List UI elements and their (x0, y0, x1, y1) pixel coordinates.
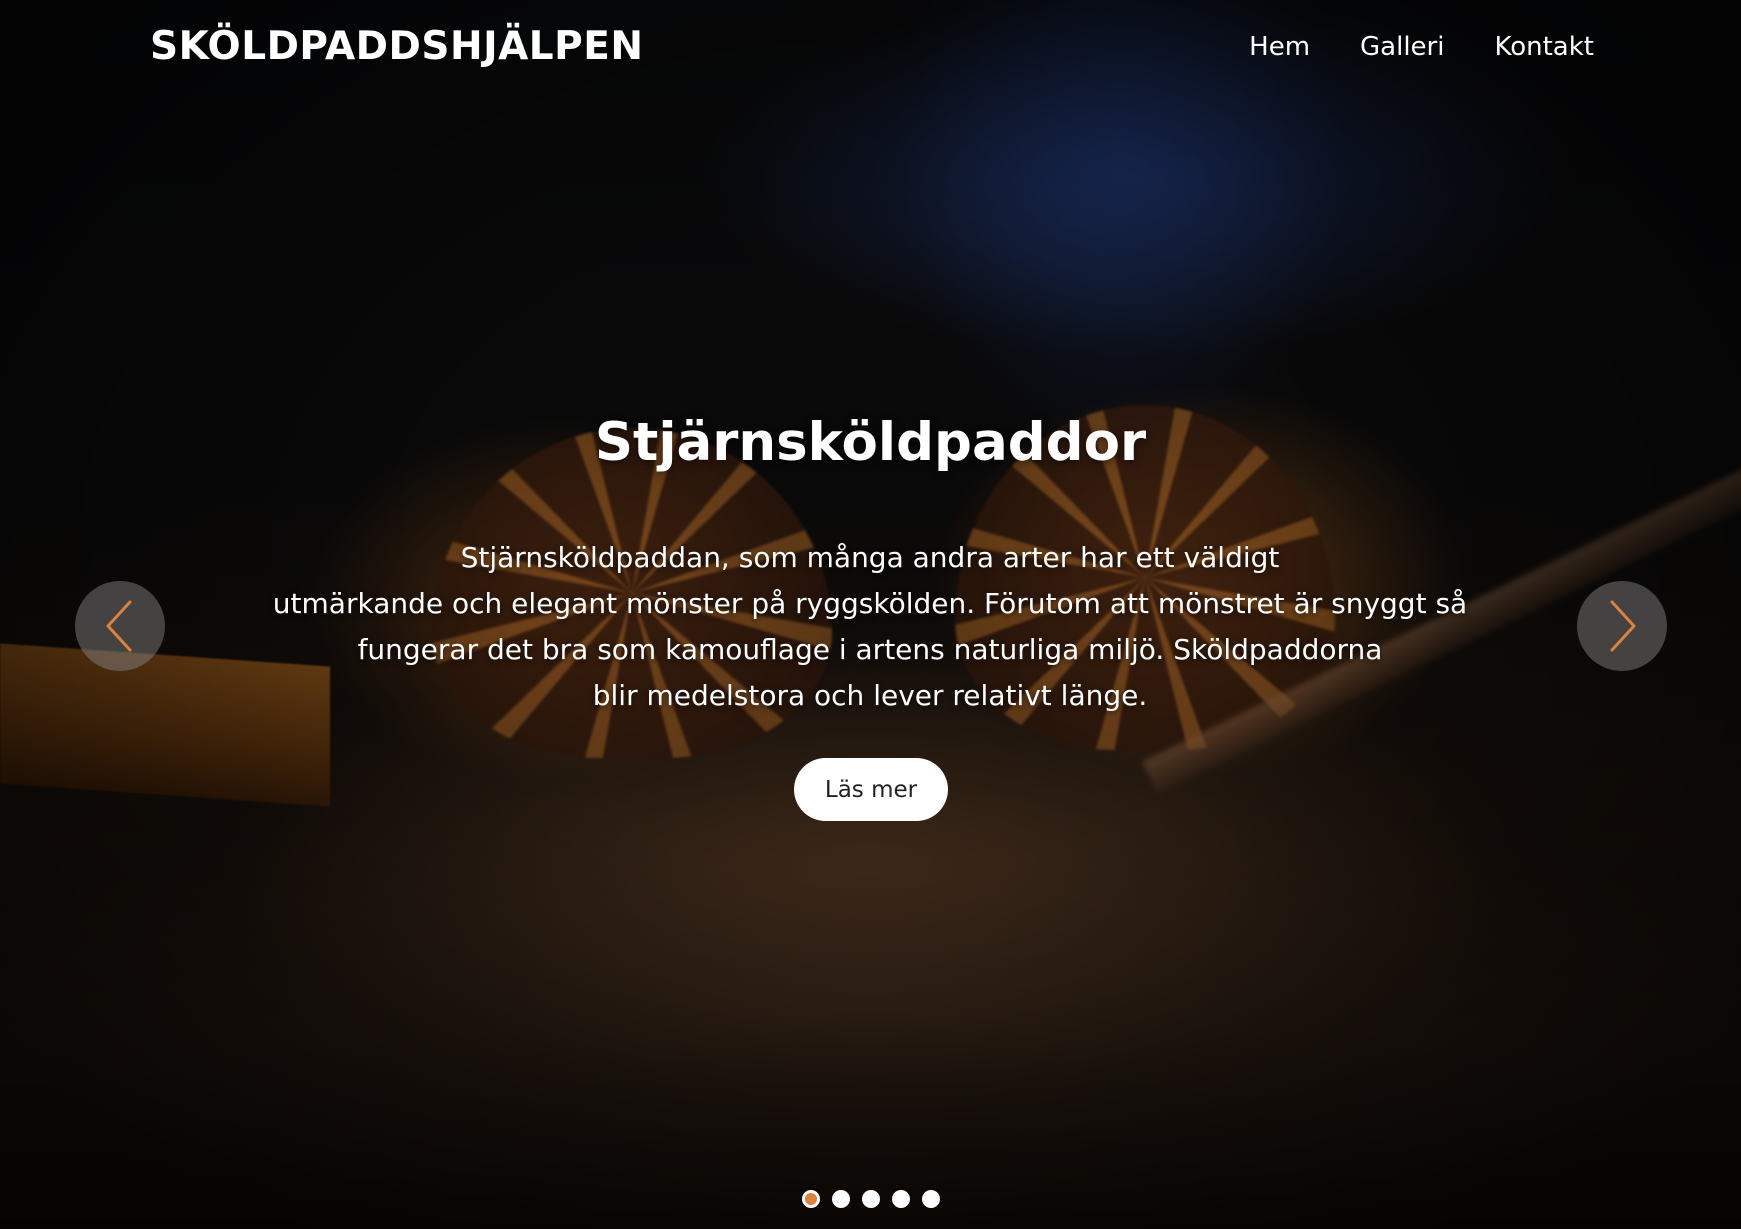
carousel-dot[interactable] (801, 1190, 820, 1208)
main-nav: Hem Galleri Kontakt (1249, 32, 1594, 62)
hero-carousel: SKÖLDPADDSHJÄLPEN Hem Galleri Kontakt St… (0, 0, 1741, 1229)
slide-description-line: Stjärnsköldpaddan, som många andra arter… (460, 541, 1280, 574)
carousel-dot[interactable] (861, 1190, 880, 1208)
read-more-button[interactable]: Läs mer (794, 758, 948, 821)
carousel-dot[interactable] (831, 1190, 850, 1208)
slide-description-line: fungerar det bra som kamouflage i artens… (357, 633, 1383, 666)
carousel-next-button[interactable] (1577, 581, 1667, 671)
chevron-right-icon (1610, 600, 1636, 652)
nav-link-kontakt[interactable]: Kontakt (1494, 32, 1594, 62)
site-header: SKÖLDPADDSHJÄLPEN Hem Galleri Kontakt (0, 0, 1741, 100)
slide-description-line: blir medelstora och lever relativt länge… (592, 679, 1148, 712)
slide-description: Stjärnsköldpaddan, som många andra arter… (220, 535, 1520, 719)
carousel-dot[interactable] (891, 1190, 910, 1208)
carousel-dot[interactable] (921, 1190, 940, 1208)
nav-link-hem[interactable]: Hem (1249, 32, 1310, 62)
slide-description-line: utmärkande och elegant mönster på ryggsk… (272, 587, 1468, 620)
carousel-indicators (0, 1190, 1741, 1208)
site-logo[interactable]: SKÖLDPADDSHJÄLPEN (150, 24, 644, 69)
slide-title: Stjärnsköldpaddor (594, 412, 1147, 473)
chevron-left-icon (106, 600, 132, 652)
nav-link-galleri[interactable]: Galleri (1360, 32, 1444, 62)
carousel-prev-button[interactable] (75, 581, 165, 671)
